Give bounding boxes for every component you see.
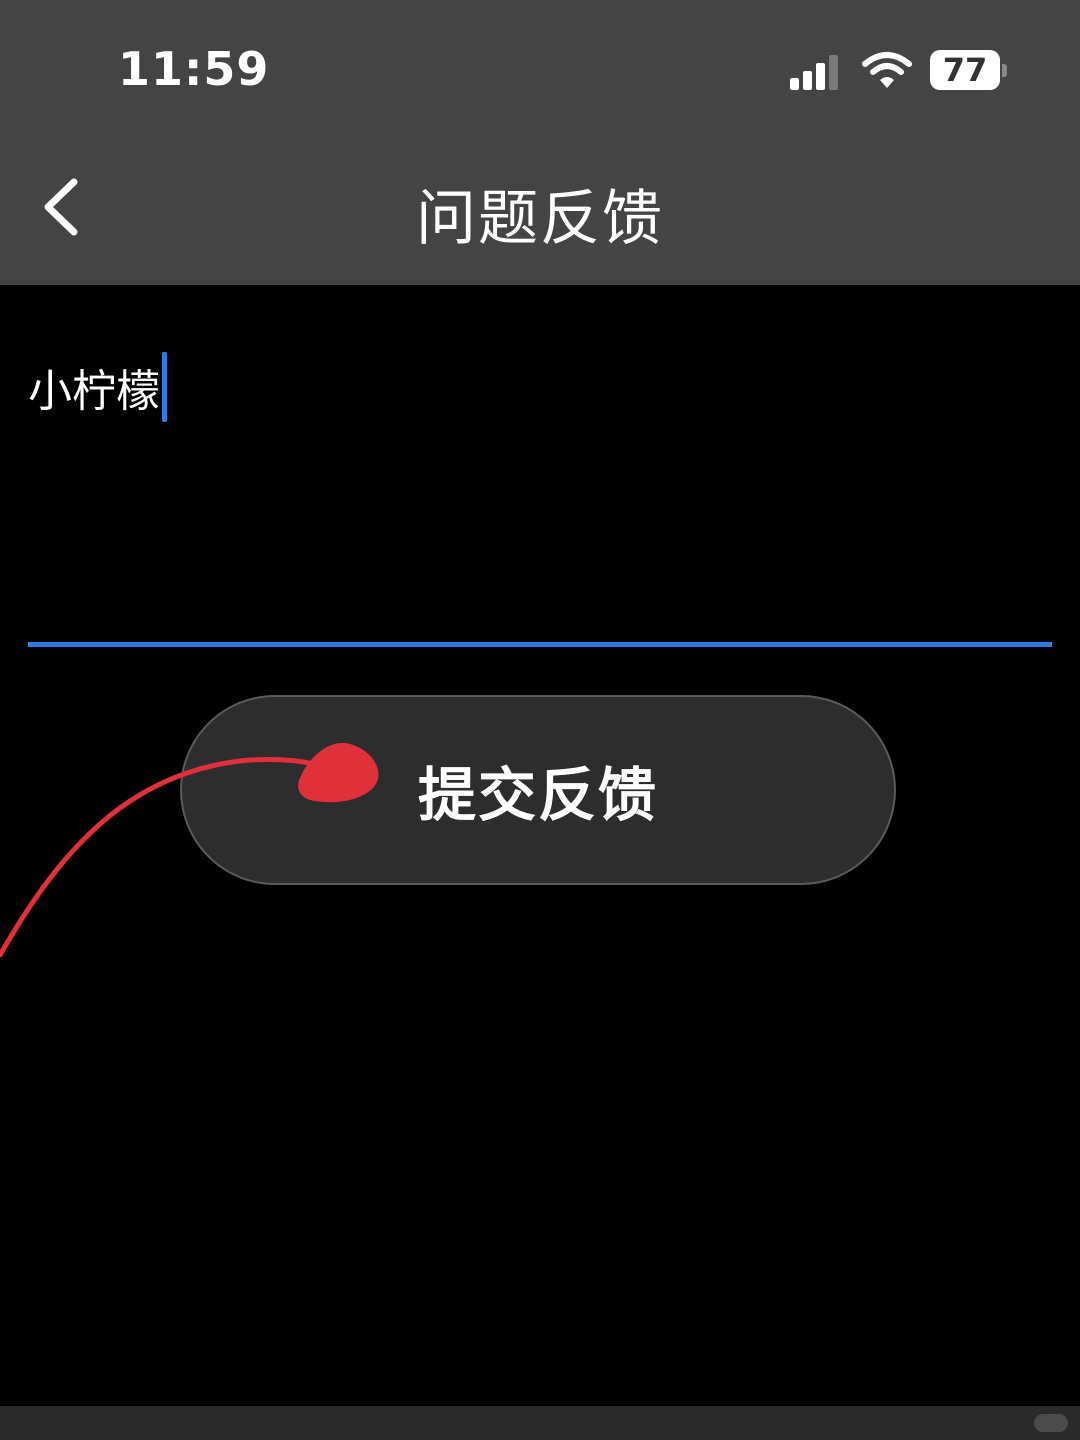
watermark-badge bbox=[1034, 1414, 1068, 1432]
cellular-signal-icon bbox=[790, 55, 838, 90]
nav-bar: 问题反馈 bbox=[0, 140, 1080, 285]
wifi-icon bbox=[862, 52, 912, 88]
battery-icon: 77 bbox=[930, 50, 1008, 92]
text-caret bbox=[162, 352, 167, 422]
input-underline bbox=[28, 642, 1052, 647]
status-time: 11:59 bbox=[118, 42, 270, 96]
battery-cap bbox=[1002, 64, 1007, 77]
page-title: 问题反馈 bbox=[416, 184, 664, 254]
status-bar: 11:59 77 bbox=[0, 0, 1080, 140]
battery-level: 77 bbox=[942, 51, 988, 89]
bottom-bar bbox=[0, 1406, 1080, 1440]
feedback-text-wrapper: 小柠檬 bbox=[28, 352, 167, 422]
feedback-input[interactable]: 小柠檬 bbox=[28, 300, 1052, 648]
feedback-text-value: 小柠檬 bbox=[28, 366, 160, 417]
submit-feedback-button[interactable]: 提交反馈 bbox=[180, 695, 896, 885]
